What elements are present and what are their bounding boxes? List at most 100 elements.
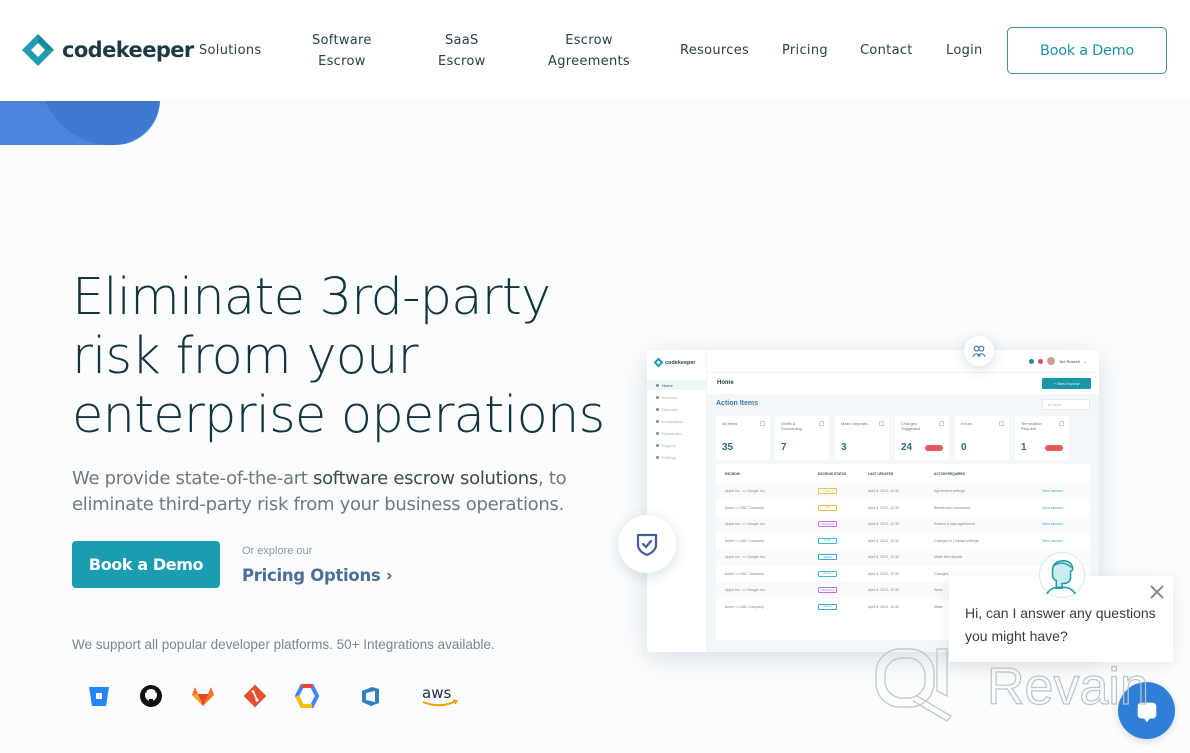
stat-label: Errors	[961, 421, 972, 426]
chat-bubble-icon	[1137, 702, 1156, 722]
action-cell: Make first deposit	[934, 555, 963, 560]
chat-message: Hi, can I answer any questions you might…	[965, 605, 1156, 644]
escrow-cell: Apple Inc. <> Google Inc.	[725, 555, 766, 560]
explore-label: Or explore our	[242, 545, 313, 557]
hero-subtitle-text: We provide state-of-the-art	[72, 468, 313, 489]
nav-solutions[interactable]: Solutions	[199, 40, 261, 61]
new-badge	[925, 445, 943, 451]
close-icon[interactable]	[1148, 583, 1166, 601]
stat-icon	[1059, 421, 1064, 426]
escrow-cell: Apple Inc. <> Google Inc.	[725, 522, 766, 527]
stat-icon	[999, 421, 1004, 426]
action-items-title: Action Items	[716, 400, 759, 407]
aws-icon: aws	[420, 681, 460, 711]
git-icon	[240, 681, 270, 711]
help-icon	[1028, 358, 1034, 364]
escrow-cell: Acme <> ABC Company	[725, 604, 764, 609]
support-icon	[656, 443, 659, 447]
dashboard-nav-item: Integrations	[647, 416, 707, 426]
escrow-icon	[656, 395, 659, 399]
stat-icon	[879, 421, 884, 426]
pricing-options-link[interactable]: Pricing Options ›	[242, 566, 393, 585]
nav-escrow-agreements[interactable]: Escrow Agreements	[548, 30, 630, 72]
bitbucket-icon	[84, 681, 114, 711]
nav-login[interactable]: Login	[946, 40, 983, 61]
stat-value: 7	[781, 442, 787, 453]
dashboard-nav-label: Deposits	[662, 406, 678, 412]
chat-launcher-button[interactable]	[1118, 682, 1175, 739]
escrow-cell: Acme <> ABC Company	[725, 538, 764, 543]
signature-icon	[656, 431, 659, 435]
nav-contact[interactable]: Contact	[860, 40, 913, 61]
dashboard-logo: codekeeper	[653, 357, 696, 368]
dashboard-nav-item: Home	[647, 380, 707, 390]
stat-card: Errors 0	[955, 416, 1009, 460]
column-header: LAST UPDATED	[868, 472, 894, 477]
nav-software-escrow[interactable]: Software Escrow	[312, 30, 372, 72]
hero-book-demo-button[interactable]: Book a Demo	[72, 541, 220, 588]
brand-logo[interactable]: codekeeper	[21, 33, 194, 67]
home-icon	[656, 383, 659, 387]
column-header: ACTION REQUIRED	[934, 472, 965, 477]
nav-saas-escrow[interactable]: SaaS Escrow	[438, 30, 486, 72]
view-escrow-link: View escrow ›	[1042, 522, 1065, 527]
gitlab-icon	[188, 681, 218, 711]
filter-select: All items	[1042, 399, 1090, 410]
action-cell: Agreement settings	[934, 489, 965, 494]
column-header: ESCROW	[725, 472, 740, 477]
hero-title-line: risk from your	[72, 327, 419, 386]
dashboard-header: Home + New Escrow	[707, 372, 1099, 394]
integration-icon	[656, 419, 659, 423]
azure-devops-icon	[356, 681, 386, 711]
integrations-support-text: We support all popular developer platfor…	[72, 637, 495, 652]
action-cell: Beneficiary information	[934, 505, 971, 510]
updated-cell: April 6, 2021, 12:32	[868, 538, 900, 543]
stat-label: Make Deposits	[841, 421, 868, 426]
stat-card: All Items 35	[716, 416, 770, 460]
nav-book-demo-button[interactable]: Book a Demo	[1007, 27, 1167, 74]
status-pill: Draft	[818, 504, 837, 511]
status-pill: Onboarding	[818, 521, 837, 528]
agent-avatar-icon	[1046, 559, 1076, 594]
codekeeper-logo-icon	[653, 357, 664, 368]
escrow-cell: Acme <> ABC Company	[725, 505, 764, 510]
pricing-options-label: Pricing Options	[242, 566, 381, 585]
table-row: Apple Inc. <> Google Inc. Draft April 6, 2…	[716, 483, 1090, 500]
updated-cell: April 6, 2021, 12:32	[868, 571, 900, 576]
status-pill: Active	[818, 537, 837, 544]
chevron-down-icon: ⌄	[1083, 358, 1087, 364]
hero-title: Eliminate 3rd-party risk from your enter…	[72, 268, 605, 445]
stat-value: 1	[1021, 442, 1027, 453]
dashboard-user: Ted Russell ⌄	[1028, 357, 1087, 365]
table-header: ESCROW ESCROW STATUS LAST UPDATED ACTION RE…	[716, 466, 1090, 483]
action-cell: Changes in Deposit settings	[934, 538, 979, 543]
action-cell: Make	[934, 604, 943, 609]
updated-cell: April 6, 2021, 12:32	[868, 505, 900, 510]
nav-pricing[interactable]: Pricing	[782, 40, 828, 61]
updated-cell: April 6, 2021, 12:32	[868, 555, 900, 560]
deposit-icon	[656, 407, 659, 411]
table-row: Acme <> ABC Company Active April 6, 2021, …	[716, 532, 1090, 549]
dashboard-nav-label: Escrows	[662, 394, 678, 400]
dashboard-nav-item: Deposits	[647, 404, 707, 414]
nav-resources[interactable]: Resources	[680, 40, 749, 61]
dashboard-nav-item: Settings	[647, 452, 707, 462]
decorative-blue-shape	[0, 100, 160, 145]
stat-card: Drafts & Onboarding 7	[775, 416, 829, 460]
stat-label: Termination Request	[1021, 421, 1042, 431]
user-avatar	[1046, 357, 1055, 365]
stat-card: Termination Request 1	[1015, 416, 1069, 460]
updated-cell: April 6, 2021, 12:32	[868, 604, 900, 609]
stat-icon	[760, 421, 765, 426]
users-icon	[972, 345, 986, 357]
stat-label: Drafts & Onboarding	[781, 421, 802, 431]
svg-text:aws: aws	[422, 684, 451, 702]
dashboard-topbar: Ted Russell ⌄	[707, 350, 1099, 372]
view-escrow-link: View escrow ›	[1042, 505, 1065, 510]
action-cell: Send	[934, 588, 943, 593]
dashboard-nav-label: Signatures	[662, 430, 682, 436]
chat-agent-avatar	[1039, 552, 1085, 598]
shield-check-icon	[636, 533, 658, 557]
stat-value: 35	[722, 442, 734, 453]
dashboard-sidebar: codekeeper Home Escrows Deposits Integra…	[647, 350, 707, 652]
